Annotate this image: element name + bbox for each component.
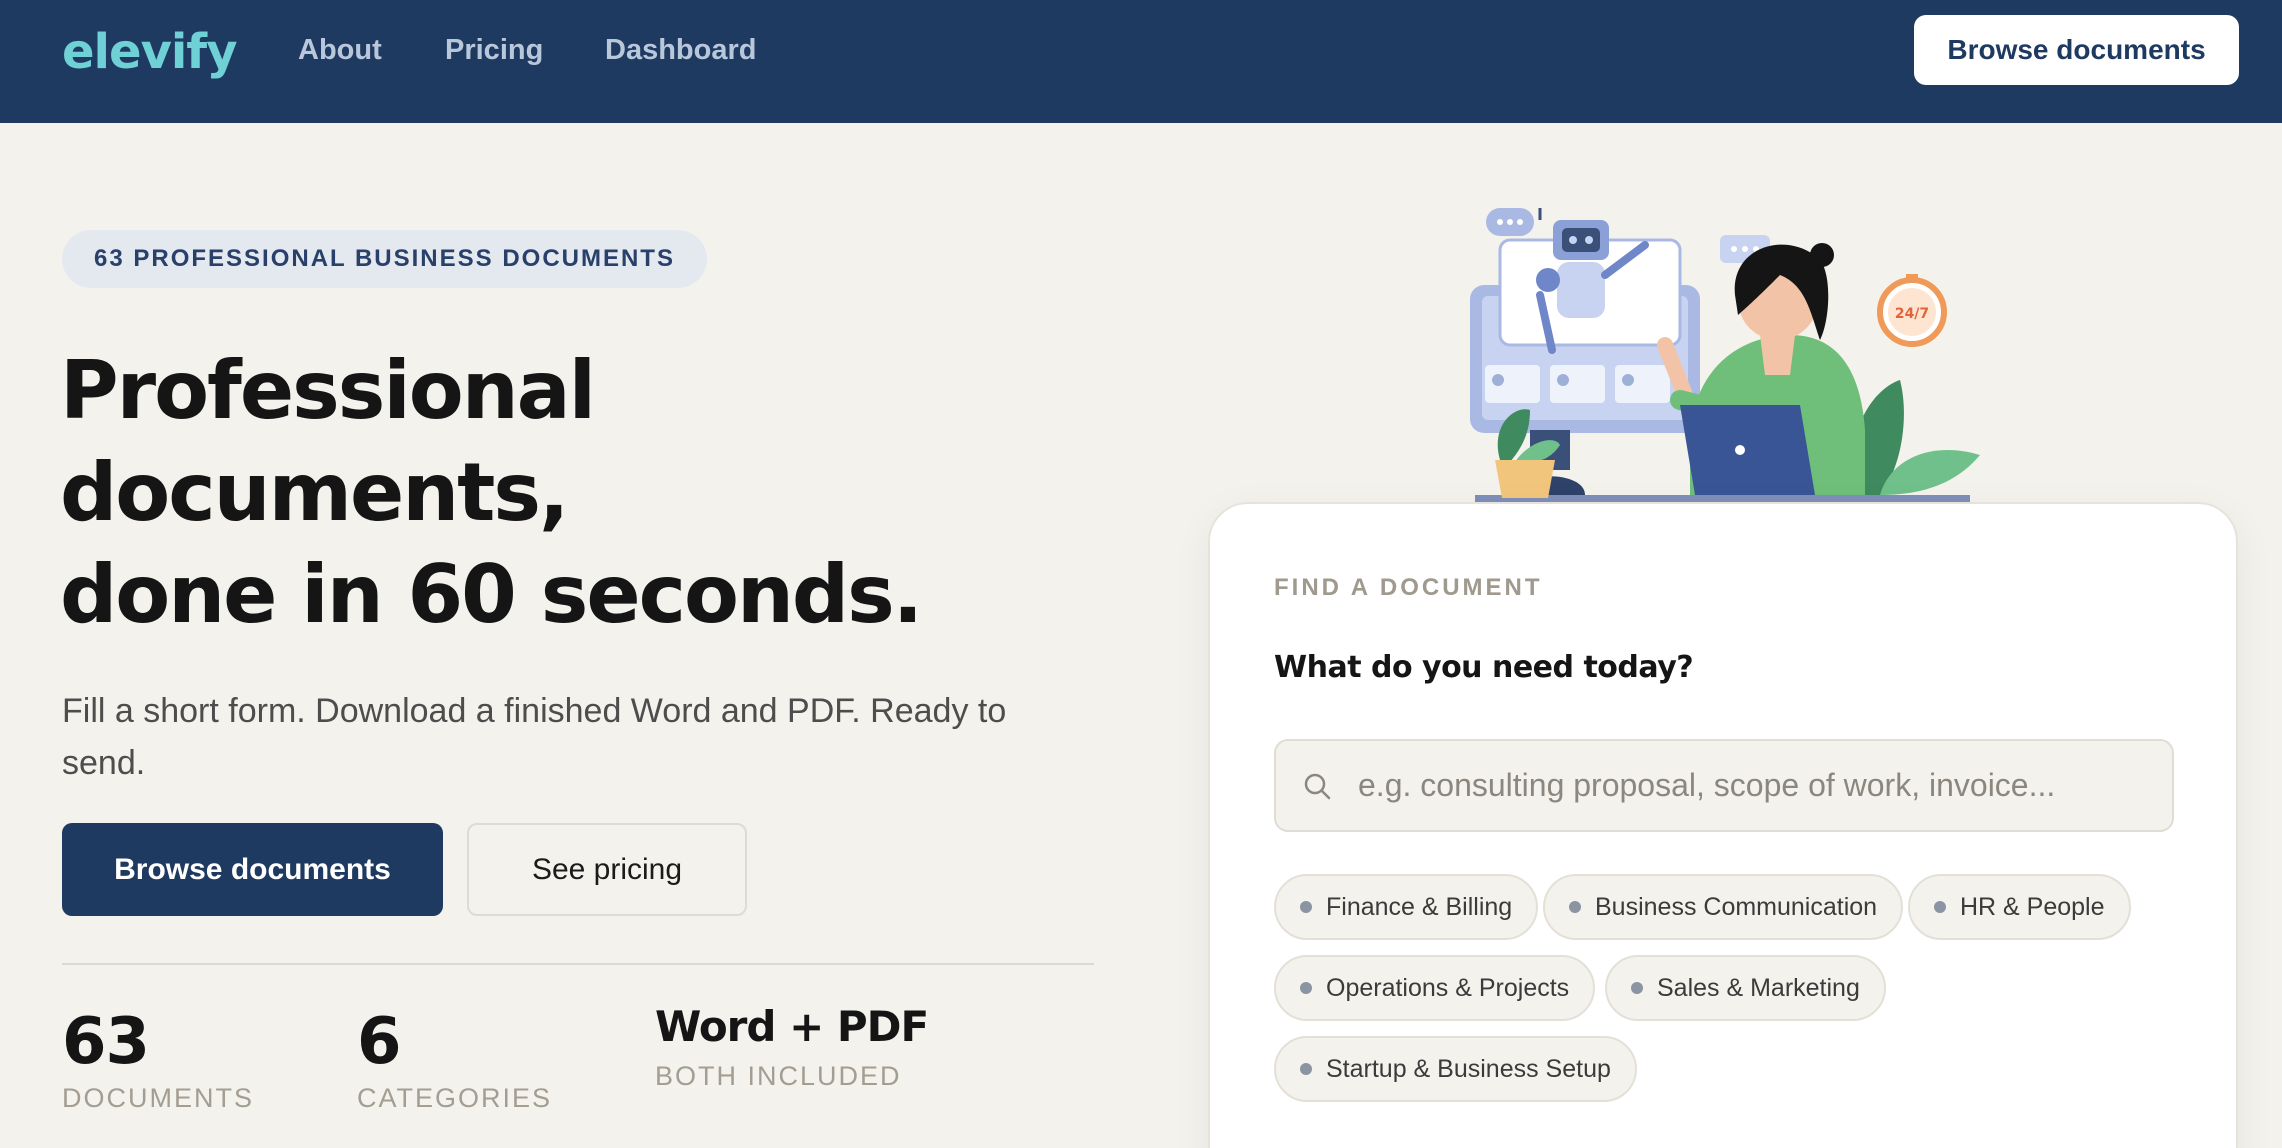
nav-link-about[interactable]: About [298,34,382,67]
chip-label: Startup & Business Setup [1326,1054,1611,1083]
stat-categories-label: CATEGORIES [357,1083,553,1113]
nav-link-dashboard[interactable]: Dashboard [605,34,756,67]
stat-categories-value: 6 [357,1005,402,1079]
search-icon [1304,773,1331,799]
stat-documents-label: DOCUMENTS [62,1083,254,1113]
find-document-eyebrow: FIND A DOCUMENT [1274,574,1543,601]
search-input[interactable] [1358,767,2138,804]
chip-dot-icon [1569,901,1581,913]
hero-headline: Professional documents, done in 60 secon… [60,340,923,646]
chip-label: HR & People [1960,892,2105,921]
chip-dot-icon [1934,901,1946,913]
logo[interactable]: elevify [62,24,237,80]
chip-label: Operations & Projects [1326,973,1570,1002]
chip-label: Finance & Billing [1326,892,1513,921]
hero-illustration: 24/7 [1470,208,1980,505]
documents-count-pill: 63 PROFESSIONAL BUSINESS DOCUMENTS [62,230,707,288]
stat-categories: 6 CATEGORIES [357,1005,552,1114]
category-chip-startup-business-setup[interactable]: Startup & Business Setup [1274,1036,1637,1102]
plant-right-icon [1853,380,1980,495]
search-box[interactable] [1274,739,2174,832]
hero-subtext: Fill a short form. Download a finished W… [62,692,1007,782]
headline-line-2: documents, [60,446,569,539]
stat-formats: Word + PDF BOTH INCLUDED [655,1002,929,1092]
chip-label: Sales & Marketing [1657,973,1860,1002]
see-pricing-button[interactable]: See pricing [467,823,747,916]
nav-link-pricing[interactable]: Pricing [445,34,543,67]
nav-browse-documents-button[interactable]: Browse documents [1914,15,2239,85]
top-nav: elevify About Pricing Dashboard Browse d… [0,0,2282,123]
clock-icon: 24/7 [1877,274,1947,347]
find-document-card: FIND A DOCUMENT What do you need today? … [1208,502,2238,1148]
category-chip-operations-projects[interactable]: Operations & Projects [1274,955,1596,1021]
chip-dot-icon [1300,901,1312,913]
stat-formats-value: Word + PDF [655,1002,929,1051]
headline-line-1: Professional [60,344,596,437]
find-document-title: What do you need today? [1274,650,1694,685]
stat-documents: 63 DOCUMENTS [62,1005,254,1114]
hero-divider [62,963,1094,965]
headline-line-3: done in 60 seconds. [60,548,923,641]
chip-dot-icon [1300,982,1312,994]
category-chip-hr-people[interactable]: HR & People [1908,874,2131,940]
chip-dot-icon [1631,982,1643,994]
chip-label: Business Communication [1595,892,1878,921]
category-chip-sales-marketing[interactable]: Sales & Marketing [1605,955,1886,1021]
stat-documents-value: 63 [62,1005,150,1079]
clock-label: 24/7 [1895,306,1929,322]
browse-documents-button[interactable]: Browse documents [62,823,443,916]
chip-dot-icon [1300,1063,1312,1075]
stat-formats-label: BOTH INCLUDED [655,1061,902,1091]
category-chip-business-communication[interactable]: Business Communication [1543,874,1904,940]
category-chip-finance-billing[interactable]: Finance & Billing [1274,874,1539,940]
